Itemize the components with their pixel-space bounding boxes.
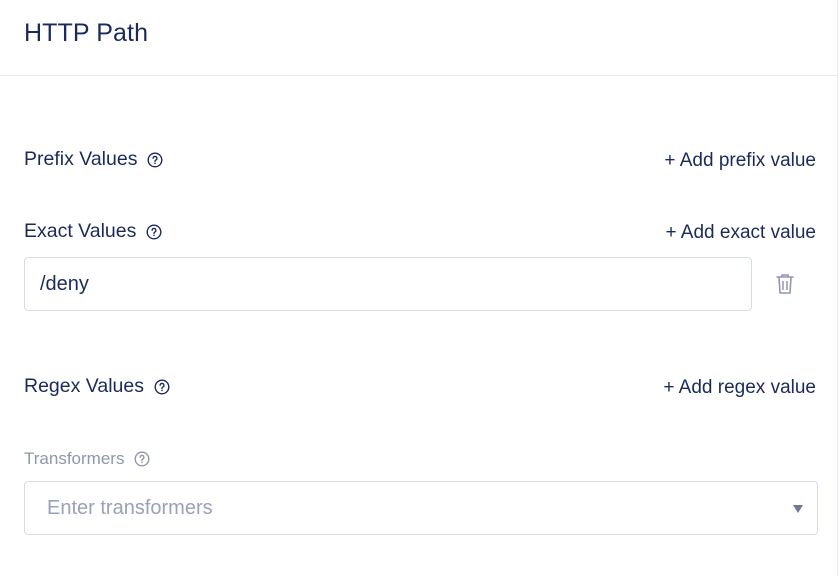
transformers-placeholder: Enter transformers bbox=[47, 497, 213, 519]
regex-values-label: Regex Values bbox=[24, 375, 144, 397]
question-circle-icon[interactable] bbox=[147, 151, 163, 168]
exact-values-label-group: Exact Values bbox=[24, 220, 162, 243]
question-circle-icon[interactable] bbox=[134, 451, 150, 467]
caret-down-icon bbox=[793, 505, 803, 513]
transformers-label: Transformers bbox=[24, 449, 125, 468]
regex-values-label-group: Regex Values bbox=[24, 375, 170, 398]
add-exact-value-button[interactable]: + Add exact value bbox=[665, 222, 816, 244]
question-circle-icon[interactable] bbox=[154, 378, 170, 395]
add-regex-value-button[interactable]: + Add regex value bbox=[663, 377, 816, 399]
prefix-values-label: Prefix Values bbox=[24, 148, 138, 170]
trash-icon[interactable] bbox=[774, 272, 796, 296]
question-circle-icon[interactable] bbox=[146, 223, 162, 240]
add-prefix-value-button[interactable]: + Add prefix value bbox=[664, 150, 816, 172]
panel-divider bbox=[837, 0, 838, 576]
prefix-values-label-group: Prefix Values bbox=[24, 148, 163, 171]
page-title: HTTP Path bbox=[24, 19, 149, 47]
transformers-select[interactable]: Enter transformers bbox=[24, 481, 818, 535]
exact-value-input[interactable] bbox=[24, 257, 752, 311]
exact-values-label: Exact Values bbox=[24, 220, 137, 242]
http-path-panel: HTTP Path Prefix Values + Add prefix val… bbox=[0, 0, 840, 576]
panel-header: HTTP Path bbox=[0, 0, 838, 76]
transformers-label-group: Transformers bbox=[24, 449, 150, 469]
